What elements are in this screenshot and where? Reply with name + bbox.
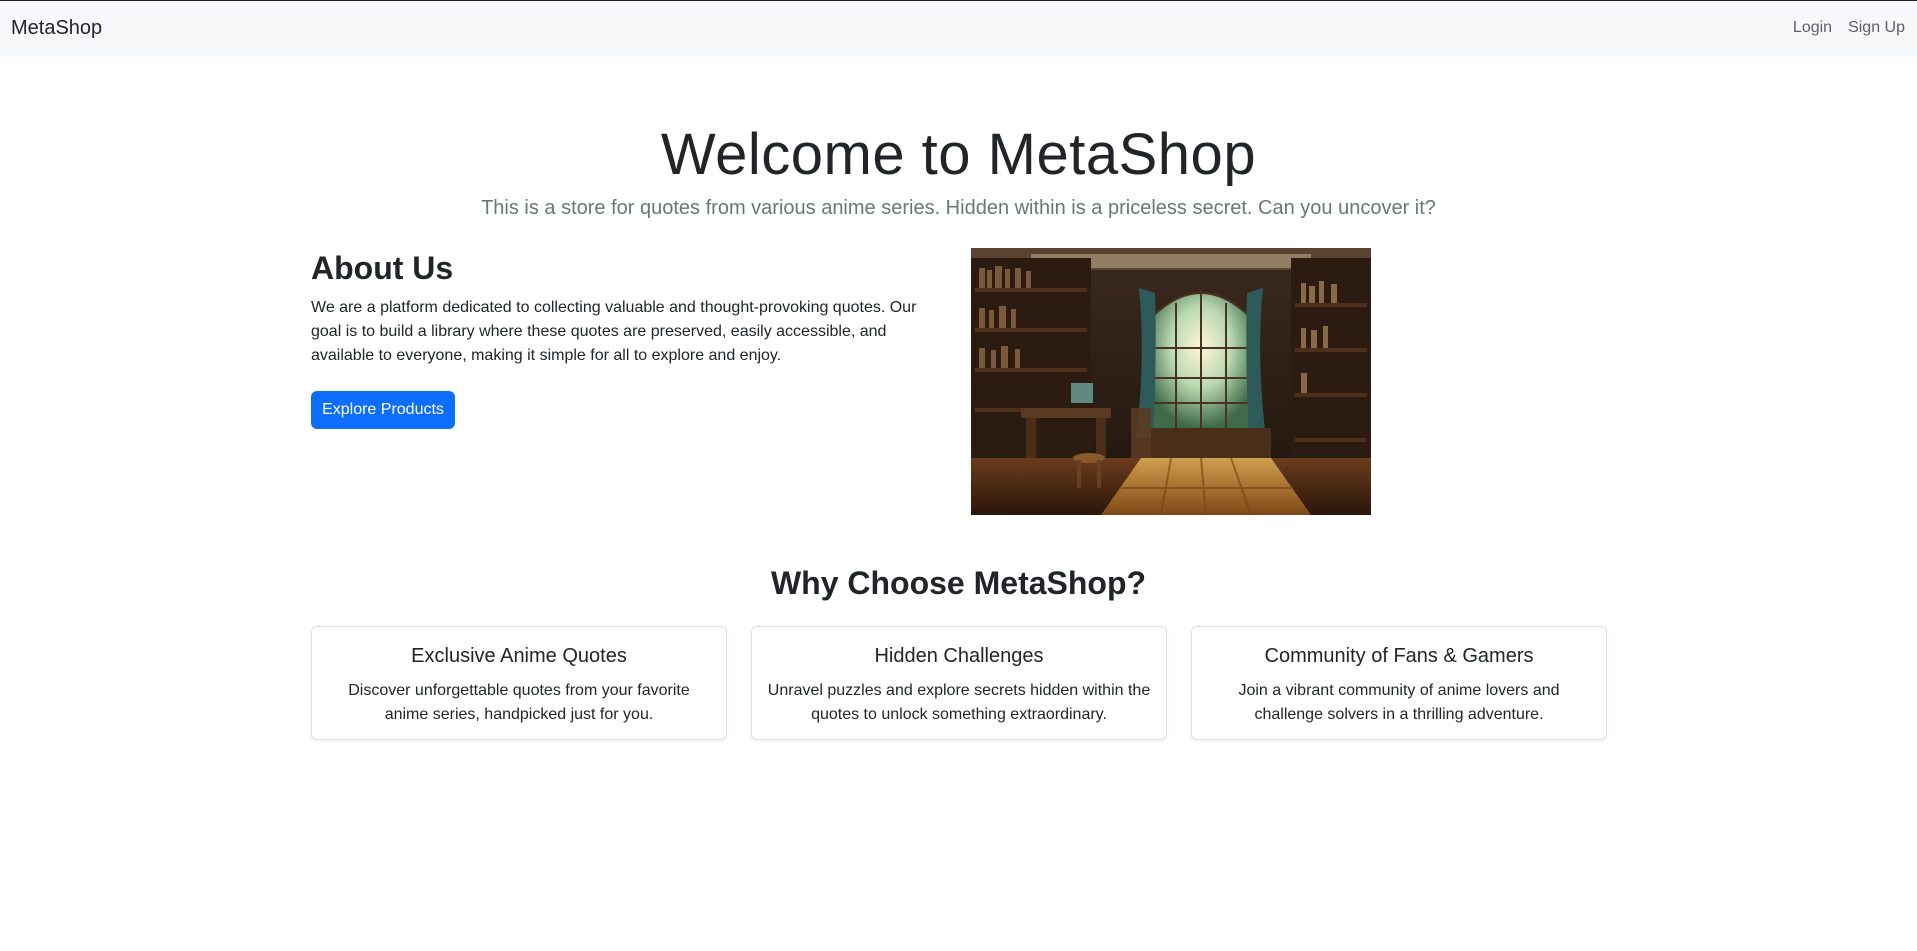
hero-lead: This is a store for quotes from various …: [481, 197, 1436, 219]
why-title: Why Choose MetaShop?: [770, 565, 1147, 601]
about-text: We are a platform dedicated to collectin…: [311, 299, 917, 364]
card-title: Exclusive Anime Quotes: [411, 645, 627, 667]
card-title: Hidden Challenges: [874, 645, 1044, 667]
hero-title: Welcome to MetaShop: [660, 122, 1257, 187]
card-text: Discover unforgettable quotes from your …: [348, 682, 690, 723]
signup-link[interactable]: Sign Up: [1840, 19, 1917, 37]
login-link[interactable]: Login: [1785, 19, 1840, 37]
feature-card-exclusive-quotes: Exclusive Anime Quotes Discover unforget…: [311, 626, 727, 740]
explore-products-button[interactable]: Explore Products: [311, 391, 455, 429]
feature-card-hidden-challenges: Hidden Challenges Unravel puzzles and ex…: [751, 626, 1167, 740]
about-title: About Us: [311, 250, 454, 286]
brand-link[interactable]: MetaShop: [11, 17, 102, 40]
card-title: Community of Fans & Gamers: [1264, 645, 1534, 667]
navbar: MetaShop Login Sign Up: [0, 1, 1917, 57]
feature-card-community: Community of Fans & Gamers Join a vibran…: [1191, 626, 1607, 740]
card-text: Join a vibrant community of anime lovers…: [1238, 682, 1560, 723]
card-text: Unravel puzzles and explore secrets hidd…: [767, 682, 1151, 723]
about-image: [971, 248, 1371, 515]
nav-links: Login Sign Up: [1785, 19, 1917, 37]
library-illustration: [971, 248, 1371, 515]
